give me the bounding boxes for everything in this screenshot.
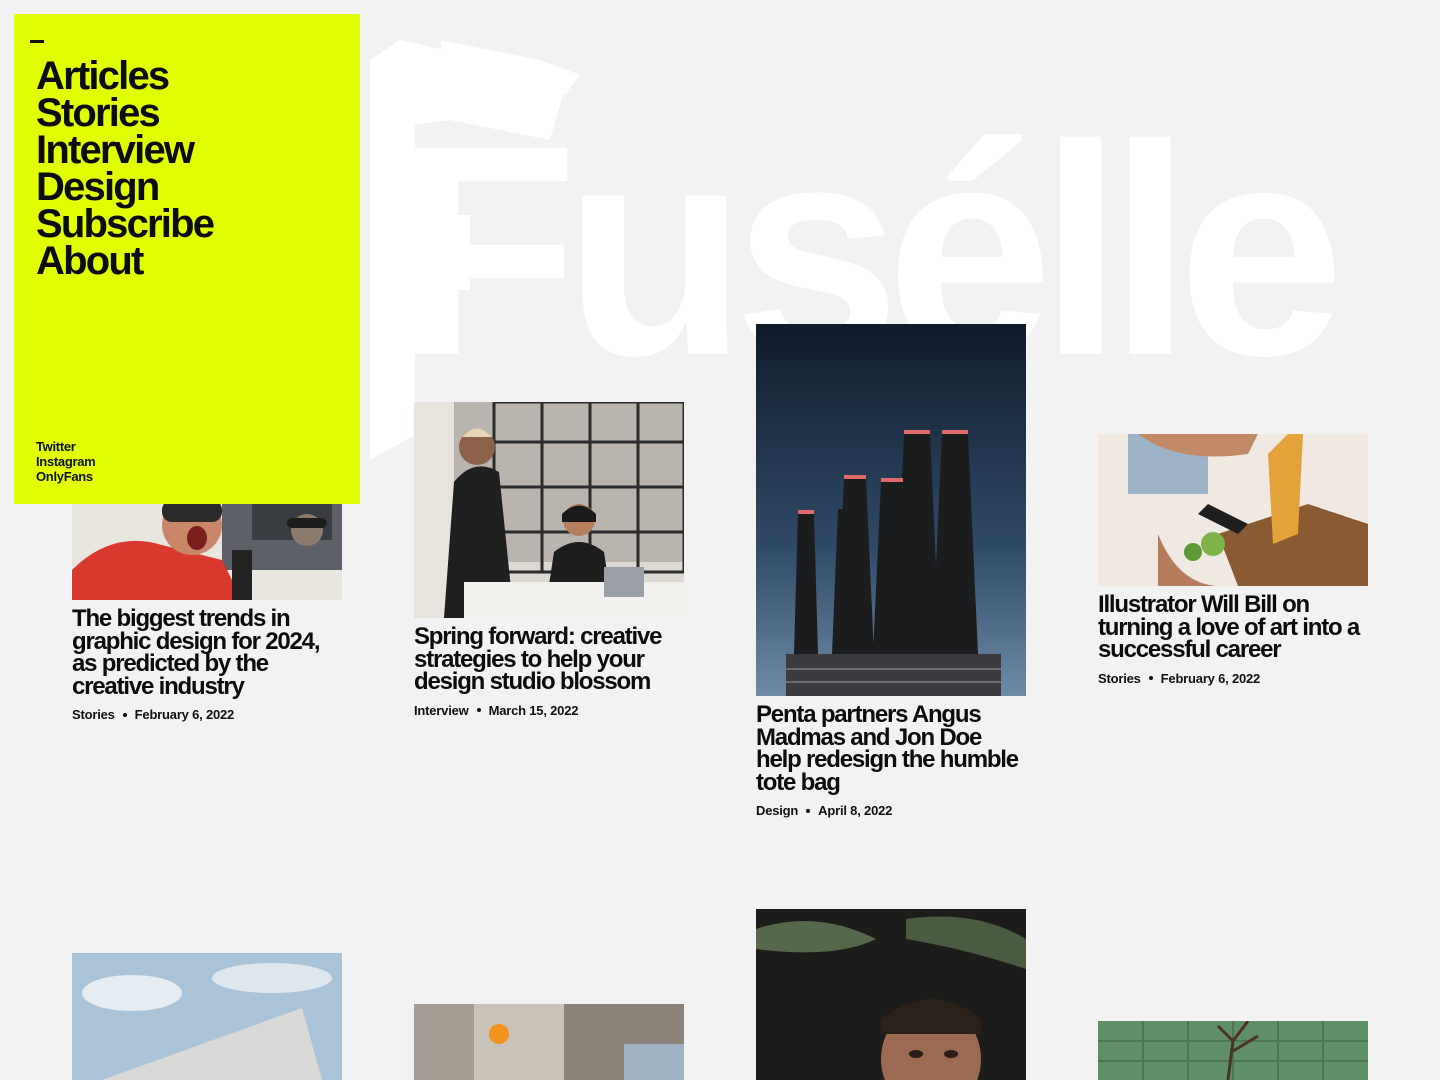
menu-close-icon[interactable] bbox=[30, 40, 44, 43]
separator-dot bbox=[476, 708, 481, 712]
nav-item-stories[interactable]: Stories bbox=[36, 93, 213, 133]
article-image[interactable] bbox=[1098, 1021, 1368, 1080]
article-title[interactable]: Penta partners Angus Madmas and Jon Doe … bbox=[756, 703, 1026, 795]
article-card: Penta partners Angus Madmas and Jon Doe … bbox=[756, 324, 1026, 818]
article-image[interactable] bbox=[1098, 434, 1368, 586]
article-title[interactable]: Spring forward: creative strategies to h… bbox=[414, 625, 684, 694]
article-meta: Interview March 15, 2022 bbox=[414, 703, 684, 718]
social-link-instagram[interactable]: Instagram bbox=[36, 454, 96, 469]
article-title[interactable]: Illustrator Will Bill on turning a love … bbox=[1098, 593, 1368, 662]
article-meta: Stories February 6, 2022 bbox=[72, 707, 342, 722]
smokestacks-photo bbox=[756, 324, 1026, 696]
article-card bbox=[756, 909, 1026, 1080]
studio-conversation-photo bbox=[414, 402, 684, 618]
article-image[interactable] bbox=[72, 490, 342, 600]
article-image[interactable] bbox=[72, 953, 342, 1080]
green-tiles-tree-photo bbox=[1098, 1021, 1368, 1080]
article-date: April 8, 2022 bbox=[818, 803, 893, 818]
social-link-twitter[interactable]: Twitter bbox=[36, 439, 95, 454]
separator-dot bbox=[806, 808, 811, 813]
sky-sign-photo bbox=[72, 953, 342, 1080]
nav-item-interview[interactable]: Interview bbox=[36, 130, 213, 170]
main-nav: Articles Stories Interview Design Subscr… bbox=[36, 56, 215, 281]
article-title[interactable]: The biggest trends in graphic design for… bbox=[72, 607, 342, 699]
orange-still-life-photo bbox=[414, 1004, 684, 1080]
article-card bbox=[72, 953, 342, 1080]
separator-dot bbox=[1148, 676, 1153, 680]
nav-item-design[interactable]: Design bbox=[36, 167, 213, 207]
menu-panel: Articles Stories Interview Design Subscr… bbox=[14, 14, 360, 504]
article-image[interactable] bbox=[756, 909, 1026, 1080]
portrait-leaves-photo bbox=[756, 909, 1026, 1080]
article-date: February 6, 2022 bbox=[134, 707, 235, 722]
article-image[interactable] bbox=[414, 1004, 684, 1080]
article-category[interactable]: Stories bbox=[1098, 671, 1141, 686]
tote-bag-photo bbox=[1098, 434, 1368, 586]
article-card bbox=[414, 1004, 684, 1080]
article-image[interactable] bbox=[414, 402, 684, 618]
article-card: The biggest trends in graphic design for… bbox=[72, 490, 342, 722]
separator-dot bbox=[122, 712, 127, 717]
article-card: Spring forward: creative strategies to h… bbox=[414, 402, 684, 718]
nav-item-subscribe[interactable]: Subscribe bbox=[36, 204, 215, 244]
article-category[interactable]: Interview bbox=[414, 703, 469, 718]
article-image[interactable] bbox=[756, 324, 1026, 696]
nav-item-articles[interactable]: Articles bbox=[36, 56, 213, 96]
article-category[interactable]: Stories bbox=[72, 707, 115, 722]
social-link-onlyfans[interactable]: OnlyFans bbox=[36, 469, 95, 484]
article-date: February 6, 2022 bbox=[1160, 670, 1261, 686]
article-card: Illustrator Will Bill on turning a love … bbox=[1098, 434, 1368, 686]
article-card bbox=[1098, 1021, 1368, 1080]
article-category[interactable]: Design bbox=[756, 803, 798, 818]
article-meta: Stories February 6, 2022 bbox=[1098, 671, 1368, 686]
racing-driver-photo bbox=[72, 490, 342, 600]
social-links: Twitter Instagram OnlyFans bbox=[36, 439, 96, 484]
article-date: March 15, 2022 bbox=[488, 702, 579, 718]
article-meta: Design April 8, 2022 bbox=[756, 803, 1026, 818]
nav-item-about[interactable]: About bbox=[36, 241, 213, 281]
